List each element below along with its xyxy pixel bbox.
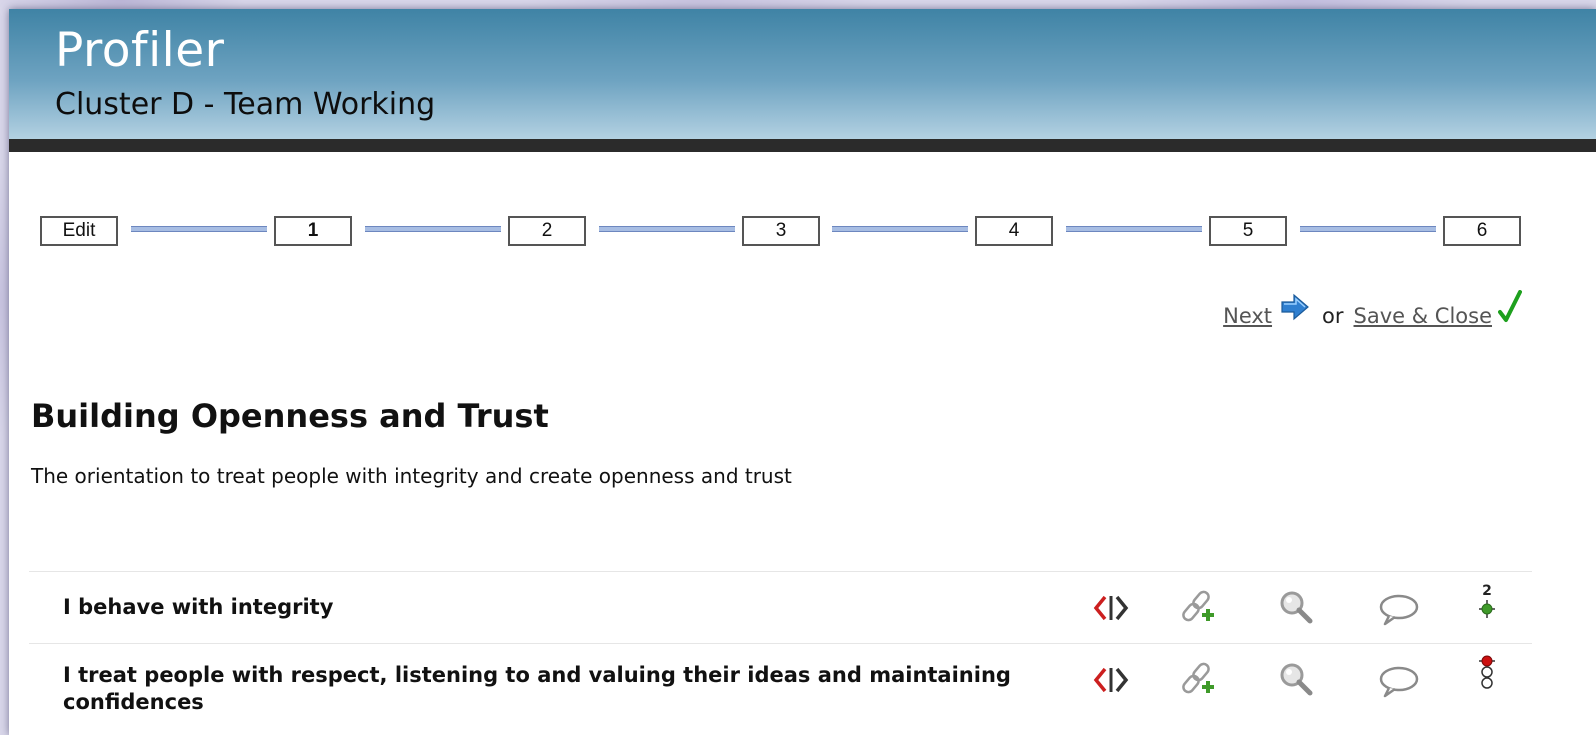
link-add-icon[interactable] [1178, 660, 1222, 700]
comment-icon[interactable] [1377, 588, 1421, 628]
or-text: or [1322, 304, 1344, 328]
link-add-icon[interactable] [1178, 588, 1222, 628]
header-divider [9, 139, 1596, 152]
step-1[interactable]: 1 [274, 216, 352, 246]
status-light-green-icon [1479, 600, 1495, 618]
traffic-light-icon[interactable] [1465, 654, 1509, 694]
magnifier-icon[interactable] [1275, 588, 1319, 628]
step-4[interactable]: 4 [975, 216, 1053, 246]
cluster-title: Cluster D - Team Working [55, 87, 436, 122]
step-connector [599, 226, 735, 232]
step-connector [1300, 226, 1436, 232]
step-connector [365, 226, 501, 232]
comment-icon[interactable] [1377, 660, 1421, 700]
app-title: Profiler [55, 23, 225, 78]
checkmark-icon[interactable] [1498, 290, 1522, 324]
step-3[interactable]: 3 [742, 216, 820, 246]
step-5[interactable]: 5 [1209, 216, 1287, 246]
section-title: Building Openness and Trust [31, 397, 549, 435]
step-edit[interactable]: Edit [40, 216, 118, 246]
list-item: I behave with integrity 2 [29, 571, 1532, 643]
save-close-link[interactable]: Save & Close [1354, 304, 1492, 328]
next-link[interactable]: Next [1223, 304, 1272, 328]
page-header: Profiler Cluster D - Team Working [9, 9, 1596, 139]
item-text: I behave with integrity [63, 595, 334, 619]
step-connector [832, 226, 968, 232]
next-arrow-icon[interactable] [1278, 292, 1312, 322]
compare-icon[interactable] [1091, 588, 1135, 628]
navigation-actions: Next or Save & Close [1223, 290, 1522, 328]
profiler-window: Profiler Cluster D - Team Working Edit 1… [9, 9, 1596, 735]
section-description: The orientation to treat people with int… [31, 464, 792, 488]
compare-icon[interactable] [1091, 660, 1135, 700]
behaviour-list: I behave with integrity 2 I treat people… [29, 571, 1532, 735]
score-indicator[interactable]: 2 [1465, 582, 1509, 622]
step-6[interactable]: 6 [1443, 216, 1521, 246]
step-connector [1066, 226, 1202, 232]
list-item: I treat people with respect, listening t… [29, 643, 1532, 735]
item-text: I treat people with respect, listening t… [63, 663, 1011, 714]
step-2[interactable]: 2 [508, 216, 586, 246]
step-connector [131, 226, 267, 232]
score-value: 2 [1482, 583, 1492, 599]
magnifier-icon[interactable] [1275, 660, 1319, 700]
